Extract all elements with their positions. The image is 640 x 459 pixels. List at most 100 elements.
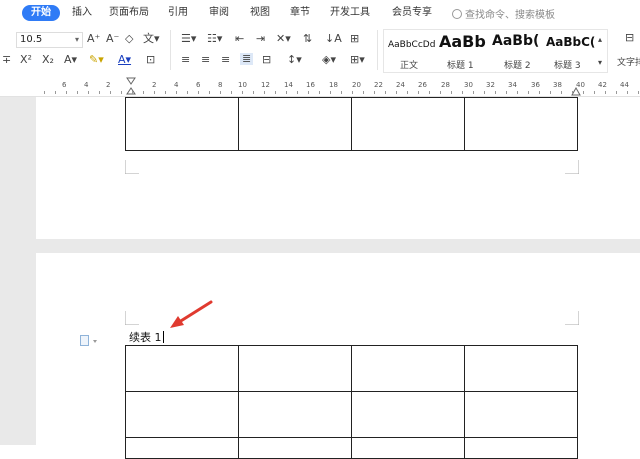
style-heading-1[interactable]: AaBb 标题 1 (439, 30, 491, 72)
table-caption[interactable]: 续表 1 (129, 329, 164, 345)
align-center-icon[interactable]: ≡ (201, 54, 210, 66)
chevron-up-icon[interactable]: ▴ (598, 34, 602, 46)
margin-corner-mark (565, 311, 579, 325)
indent-marker-icon[interactable] (126, 76, 136, 96)
numbered-list-icon[interactable]: ☷▾ (207, 33, 222, 45)
align-left-icon[interactable]: ≡ (181, 54, 190, 66)
table-cell[interactable] (238, 391, 352, 438)
subscript-icon[interactable]: X₂ (42, 54, 54, 66)
ruler-tick (176, 91, 177, 94)
ruler-number: 26 (418, 81, 427, 89)
table-cell[interactable] (125, 437, 239, 459)
style-heading-2[interactable]: AaBb( 标题 2 (492, 30, 546, 72)
command-search[interactable]: 查找命令、搜索模板 (452, 6, 555, 21)
ruler-tick (429, 91, 430, 94)
ruler-tick (187, 91, 188, 94)
table-cell[interactable] (125, 345, 239, 392)
table-cell[interactable] (351, 391, 465, 438)
ruler-tick (572, 91, 573, 94)
align-right-icon[interactable]: ≡ (221, 54, 230, 66)
ruler-number: 16 (306, 81, 315, 89)
font-size-select[interactable]: 10.5 ▾ (16, 32, 83, 48)
bullet-list-icon[interactable]: ☰▾ (181, 33, 196, 45)
table-cell[interactable] (238, 345, 352, 392)
tab-home[interactable]: 开始 (22, 5, 60, 21)
text-tool-icon[interactable]: ⊟ (625, 32, 634, 44)
strikethrough-icon[interactable]: ∓ (2, 54, 11, 66)
sort-icon[interactable]: ↓A (325, 33, 342, 45)
table-cell[interactable] (464, 345, 578, 392)
ruler-tick (297, 91, 298, 94)
table-cell[interactable] (238, 97, 352, 151)
paragraph-handle[interactable] (80, 332, 100, 351)
table-cell[interactable] (464, 97, 578, 151)
ruler-tick (363, 91, 364, 94)
ruler-tick (242, 91, 243, 94)
tab-chapter[interactable]: 章节 (290, 6, 310, 20)
tab-view[interactable]: 视图 (250, 6, 270, 20)
tab-references[interactable]: 引用 (168, 6, 188, 20)
distribute-icon[interactable]: ⊟ (262, 54, 271, 66)
shrink-font-icon[interactable]: A⁻ (106, 33, 119, 45)
ruler-tick (132, 91, 133, 94)
ruler-number: 4 (174, 81, 179, 89)
highlight-icon[interactable]: ✎▾ (89, 54, 104, 66)
ruler-number: 10 (238, 81, 247, 89)
ruler-tick (616, 91, 617, 94)
font-color-icon[interactable]: A▾ (118, 54, 131, 66)
char-border-icon[interactable]: ⊡ (146, 54, 155, 66)
style-normal[interactable]: AaBbCcDd 正文 (388, 30, 438, 72)
text-effect-icon[interactable]: A▾ (64, 54, 77, 66)
clear-format-icon[interactable]: ◇ (125, 33, 133, 45)
font-size-value: 10.5 (20, 34, 43, 45)
right-indent-marker-icon[interactable] (571, 84, 581, 96)
table-cell[interactable] (125, 391, 239, 438)
ruler-number: 32 (486, 81, 495, 89)
margin-corner-mark (125, 311, 139, 325)
justify-icon[interactable]: ≣ (240, 53, 254, 65)
table-cell[interactable] (351, 97, 465, 151)
page-2[interactable]: 续表 1 (36, 253, 640, 459)
ruler-tick (407, 91, 408, 94)
page-1[interactable] (36, 97, 640, 239)
tab-review[interactable]: 审阅 (209, 6, 229, 20)
horizontal-ruler[interactable]: 6 4 2 2 4 6 8 10 12 14 16 18 20 22 24 26… (0, 76, 640, 97)
show-marks-icon[interactable]: ⊞ (350, 33, 359, 45)
table-cell[interactable] (238, 437, 352, 459)
table-cell[interactable] (464, 437, 578, 459)
tab-page-layout[interactable]: 页面布局 (109, 6, 149, 20)
increase-indent-icon[interactable]: ⇥ (256, 33, 265, 45)
shading-icon[interactable]: ◈▾ (322, 54, 336, 66)
grow-font-icon[interactable]: A⁺ (87, 33, 100, 45)
style-name: 标题 1 (447, 61, 474, 71)
style-heading-3[interactable]: AaBbC( 标题 3 (546, 30, 598, 72)
decrease-indent-icon[interactable]: ⇤ (235, 33, 244, 45)
search-placeholder: 查找命令、搜索模板 (465, 10, 555, 21)
phonetic-icon[interactable]: 文▾ (143, 33, 160, 45)
ruler-tick (286, 91, 287, 94)
chinese-layout-icon[interactable]: ✕▾ (276, 33, 291, 45)
ruler-tick (539, 91, 540, 94)
ruler-tick (308, 91, 309, 94)
ruler-tick (627, 91, 628, 94)
chevron-down-icon[interactable]: ▾ (598, 57, 602, 69)
borders-icon[interactable]: ⊞▾ (350, 54, 365, 66)
tab-insert[interactable]: 插入 (72, 6, 92, 20)
table-cell[interactable] (351, 437, 465, 459)
style-sample: AaBbC( (546, 35, 596, 49)
table-cell[interactable] (464, 391, 578, 438)
ruler-number: 2 (152, 81, 157, 89)
ruler-number: 4 (84, 81, 89, 89)
table-cell[interactable] (125, 97, 239, 151)
table-cell[interactable] (351, 345, 465, 392)
ruler-tick (528, 91, 529, 94)
style-name: 标题 2 (504, 61, 531, 71)
tab-member[interactable]: 会员专享 (392, 6, 432, 20)
ruler-tick (275, 91, 276, 94)
ruler-tick (561, 91, 562, 94)
line-spacing-icon[interactable]: ↕▾ (287, 54, 302, 66)
text-tool-label[interactable]: 文字排 (617, 57, 640, 69)
text-direction-icon[interactable]: ⇅ (303, 33, 312, 45)
tab-developer[interactable]: 开发工具 (330, 6, 370, 20)
superscript-icon[interactable]: X² (20, 54, 32, 66)
